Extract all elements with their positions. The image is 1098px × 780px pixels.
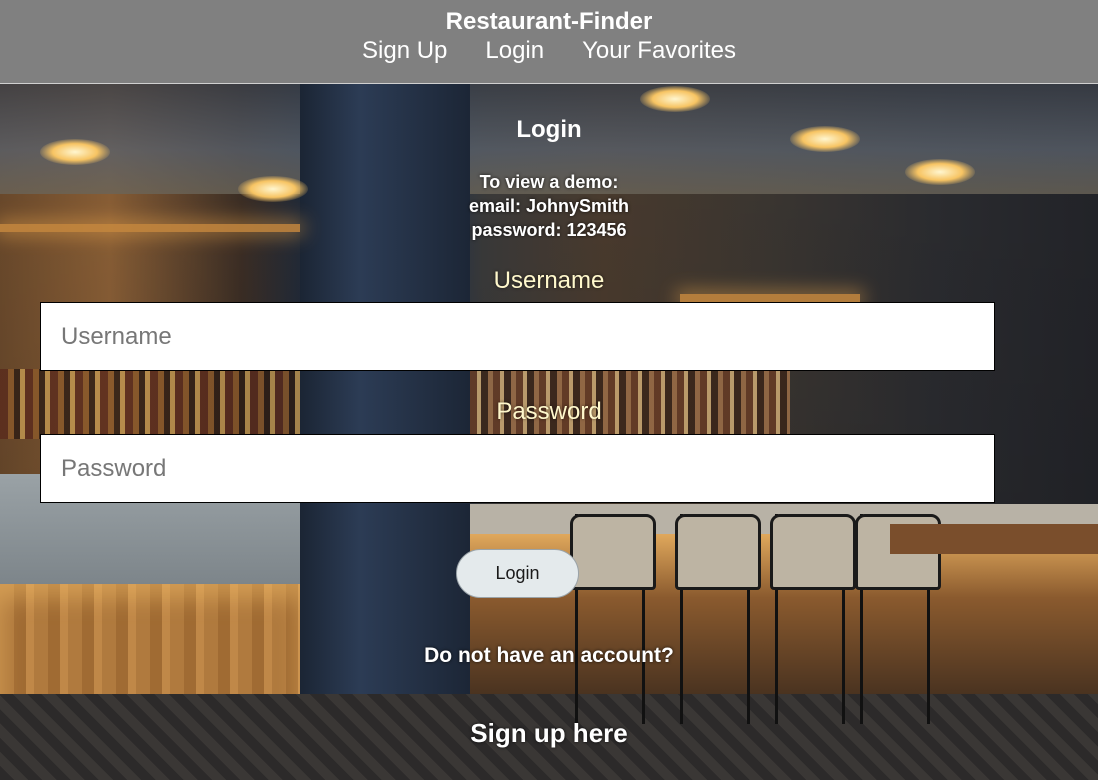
no-account-text: Do not have an account?	[424, 644, 674, 667]
username-input[interactable]	[40, 302, 995, 371]
brand-title: Restaurant-Finder	[445, 8, 653, 35]
nav-login[interactable]: Login	[485, 37, 544, 65]
nav-sign-up[interactable]: Sign Up	[362, 37, 447, 65]
login-button[interactable]: Login	[456, 549, 579, 598]
password-label: Password	[496, 398, 602, 425]
demo-credentials: To view a demo: email: JohnySmith passwo…	[0, 170, 1098, 242]
password-input[interactable]	[40, 434, 995, 503]
login-panel: Login To view a demo: email: JohnySmith …	[0, 84, 1098, 780]
demo-email: email: JohnySmith	[468, 196, 630, 216]
top-nav-bar: Restaurant-Finder Sign Up Login Your Fav…	[0, 0, 1098, 84]
sign-up-link[interactable]: Sign up here	[0, 718, 1098, 749]
main-nav: Sign Up Login Your Favorites	[0, 37, 1098, 65]
login-title: Login	[516, 116, 582, 143]
demo-password: password: 123456	[471, 220, 627, 240]
username-label: Username	[493, 267, 605, 294]
nav-your-favorites[interactable]: Your Favorites	[582, 37, 736, 65]
demo-line: To view a demo:	[479, 172, 619, 192]
